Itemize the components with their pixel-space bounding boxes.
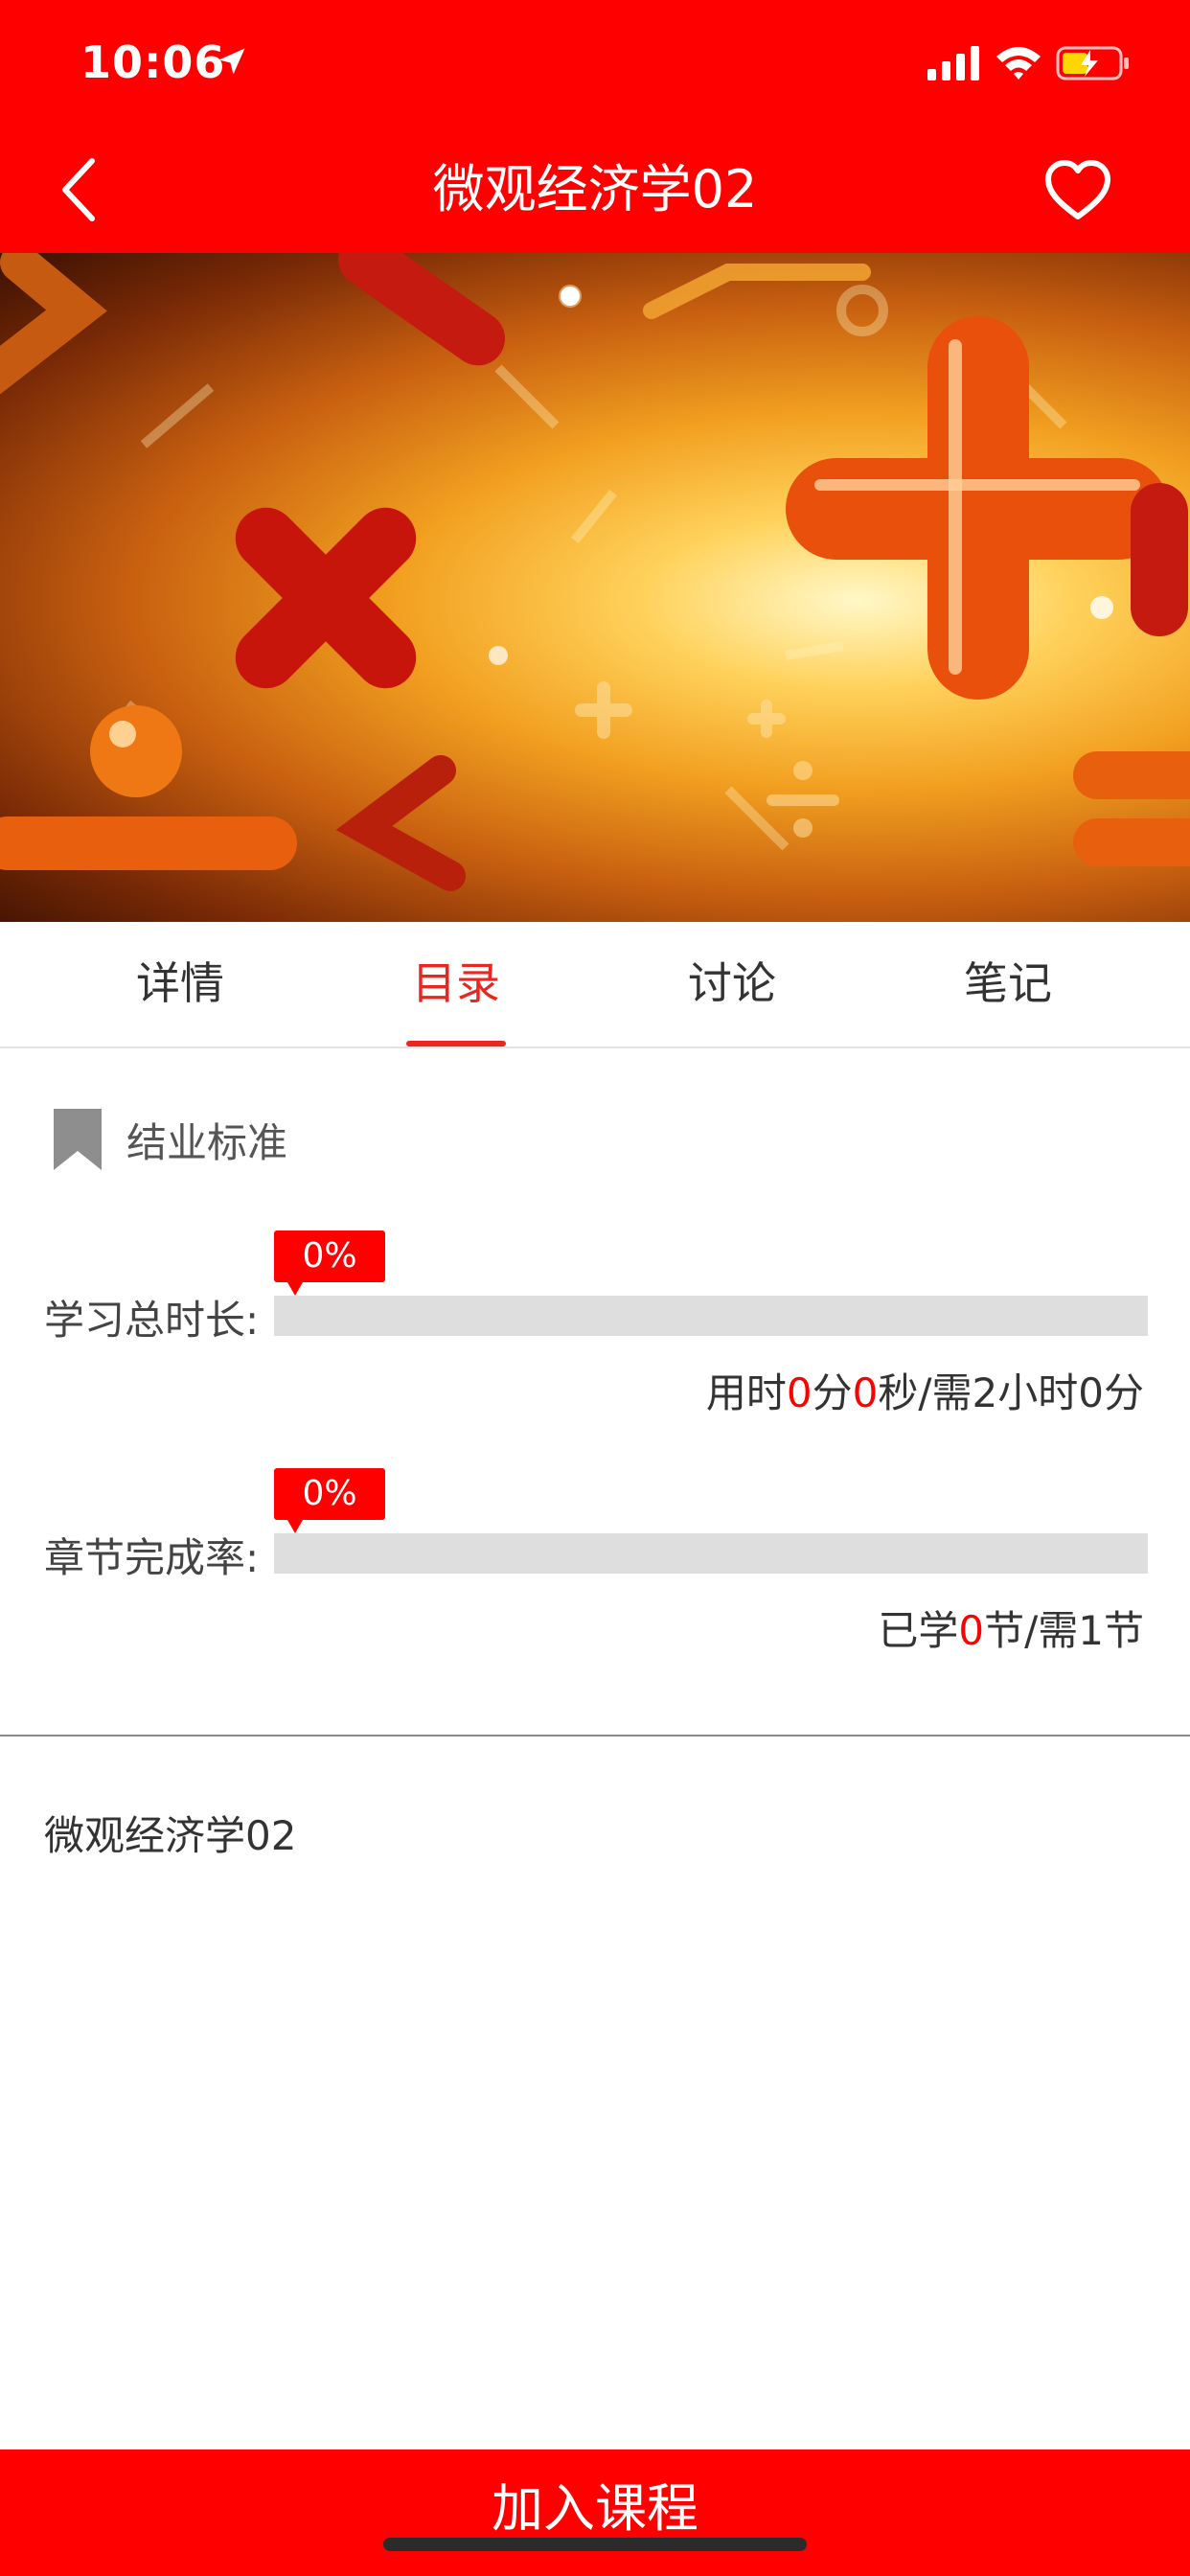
page-title: 微观经济学02	[432, 159, 758, 219]
battery-charging-icon	[1056, 46, 1129, 80]
status-bar: 10:06	[0, 0, 1190, 128]
completion-standard-title: 结业标准	[126, 1118, 288, 1166]
cellular-signal-icon	[927, 46, 979, 80]
chapter-rate-progress-track	[274, 1533, 1148, 1574]
chapter-rate-required: 节/需1节	[984, 1607, 1144, 1654]
section-divider	[0, 1735, 1190, 1736]
study-time-minutes: 0	[786, 1369, 812, 1416]
tab-details-label: 详情	[136, 957, 224, 1009]
tab-notes[interactable]: 笔记	[912, 922, 1104, 1046]
tab-bar: 详情 目录 讨论 笔记	[0, 922, 1190, 1048]
join-course-label: 加入课程	[492, 2478, 698, 2539]
study-time-required: /需2小时0分	[918, 1369, 1144, 1416]
study-time-progress-track	[274, 1296, 1148, 1336]
study-time-info: 用时0分0秒/需2小时0分	[706, 1361, 1144, 1419]
chapter-rate-prefix: 已学	[878, 1607, 959, 1654]
catalog-item[interactable]: 微观经济学02	[44, 1804, 296, 1862]
tab-notes-label: 笔记	[964, 957, 1052, 1009]
study-time-prefix: 用时	[705, 1369, 787, 1416]
nav-bar: 微观经济学02	[0, 128, 1190, 253]
study-time-seconds: 0	[852, 1369, 879, 1416]
completion-standard-header: 结业标准	[52, 1106, 287, 1173]
tab-discussion[interactable]: 讨论	[636, 922, 828, 1046]
join-course-button[interactable]: 加入课程	[0, 2450, 1190, 2576]
course-banner	[0, 253, 1190, 922]
chapter-rate-info: 已学0节/需1节	[878, 1598, 1144, 1657]
status-icons	[927, 44, 1131, 82]
study-time-minute-unit: 分	[812, 1369, 853, 1416]
study-time-label: 学习总时长:	[44, 1297, 260, 1344]
bookmark-icon	[54, 1109, 102, 1170]
tab-catalog-label: 目录	[412, 957, 500, 1009]
chapter-rate-percent-badge: 0%	[274, 1468, 385, 1533]
tab-details[interactable]: 详情	[84, 922, 276, 1046]
wifi-icon	[996, 47, 1041, 80]
tab-discussion-label: 讨论	[688, 957, 776, 1009]
chapter-rate-label: 章节完成率:	[44, 1534, 260, 1581]
study-time-percent-badge: 0%	[274, 1230, 385, 1296]
status-time: 10:06	[80, 36, 226, 88]
location-arrow-icon	[218, 48, 245, 75]
chapter-rate-learned: 0	[958, 1607, 985, 1654]
home-indicator	[383, 2538, 807, 2551]
heart-outline-icon[interactable]	[1041, 153, 1115, 228]
active-tab-indicator	[406, 1041, 506, 1046]
study-time-second-unit: 秒	[878, 1369, 919, 1416]
math-symbols-banner	[0, 253, 1190, 891]
tab-catalog[interactable]: 目录	[360, 922, 552, 1046]
